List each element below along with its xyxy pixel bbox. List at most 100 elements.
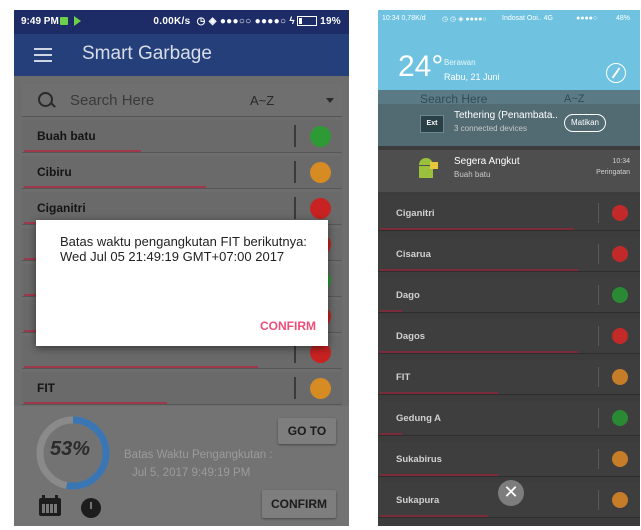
location-name: FIT (396, 372, 411, 383)
dialog-message: Batas waktu pengangkutan FIT berikutnya:… (60, 234, 307, 264)
status-icons: ◷ ◷ ◈ ●●●●○ (442, 16, 487, 23)
list-item[interactable]: Cisarua (378, 237, 640, 272)
location-name: Buah batu (37, 129, 96, 143)
dialog-confirm-button[interactable]: CONFIRM (260, 319, 316, 333)
notification-subtitle: Buah batu (454, 170, 491, 179)
status-indicator (310, 198, 331, 219)
fill-bar (380, 269, 578, 271)
matikan-button[interactable]: Matikan (564, 114, 606, 132)
list-item[interactable]: Dagos (378, 319, 640, 354)
list-item[interactable]: Dago (378, 278, 640, 313)
location-name: Cisarua (396, 249, 431, 260)
battery-percent: 19% (320, 16, 341, 27)
deadline-label: Batas Waktu Pengangkutan : (124, 449, 273, 461)
divider (598, 326, 599, 346)
weather-condition: Berawan (444, 58, 476, 67)
divider (598, 449, 599, 469)
goto-button[interactable]: GO TO (278, 418, 336, 444)
divider (598, 203, 599, 223)
status-time: 9:49 PM (21, 16, 59, 27)
location-name: Gedung A (396, 413, 442, 424)
fill-bar (24, 366, 258, 368)
status-indicator (612, 369, 628, 385)
status-indicator (310, 162, 331, 183)
divider (294, 377, 296, 399)
fill-bar (380, 228, 574, 230)
divider (294, 161, 296, 183)
capacity-percent: 53% (50, 438, 91, 460)
list-item[interactable]: FIT (378, 360, 640, 395)
weather-date: Rabu, 21 Juni (444, 72, 500, 82)
android-icon (416, 158, 438, 180)
status-indicator (310, 378, 331, 399)
location-name: Sukapura (396, 495, 440, 506)
menu-icon[interactable] (34, 48, 52, 62)
play-icon (74, 16, 81, 26)
notification-subtitle: 3 connected devices (454, 124, 527, 133)
location-name: FIT (37, 381, 55, 395)
notification-tag: Peringatan (596, 169, 630, 176)
close-icon[interactable]: ✕ (498, 480, 524, 506)
calendar-icon[interactable] (39, 495, 61, 516)
status-bar: 10:34 0,78K/d ◷ ◷ ◈ ●●●●○ Indosat Ooi.. … (378, 10, 640, 28)
status-bar: 9:49 PM 0.00K/s ◷ ◈ ●●●○○ ●●●●○ ϟ 19% (14, 10, 349, 34)
status-left: 10:34 0,78K/d (382, 15, 426, 22)
divider (294, 125, 296, 147)
list-item[interactable]: FIT (22, 372, 342, 405)
search-placeholder: Search Here (70, 92, 155, 109)
fill-bar (380, 433, 402, 435)
fill-bar (380, 310, 402, 312)
deadline-date: Jul 5, 2017 9:49:19 PM (132, 467, 251, 479)
divider (598, 367, 599, 387)
battery-percent: 48% (616, 15, 631, 22)
location-name: Ciganitri (37, 201, 86, 215)
notification-icon (60, 17, 68, 25)
temperature: 24° (398, 50, 444, 83)
status-right: 0.00K/s ◷ ◈ ●●●○○ ●●●●○ ϟ 19% (153, 16, 341, 27)
notification-segera-angkut[interactable]: Segera Angkut Buah batu 10:34 Peringatan (378, 150, 640, 192)
location-name: Dago (396, 290, 420, 301)
status-indicator (612, 328, 628, 344)
signal-icon: ●●●●○ (576, 15, 598, 22)
fill-bar (24, 150, 141, 152)
divider (598, 408, 599, 428)
location-name: Sukabirus (396, 454, 442, 465)
confirm-button[interactable]: CONFIRM (262, 490, 336, 518)
status-indicator (612, 410, 628, 426)
fill-bar (380, 351, 578, 353)
list-item[interactable]: Gedung A (378, 401, 640, 436)
location-name: Cibiru (37, 165, 72, 179)
carrier: Indosat Ooi.. 4G (502, 15, 553, 22)
list-item[interactable]: Sukabirus (378, 442, 640, 477)
fill-bar (380, 392, 498, 394)
status-indicator (612, 287, 628, 303)
chevron-down-icon[interactable] (326, 98, 334, 103)
list-item[interactable]: Cibiru (22, 156, 342, 189)
notification-title: Segera Angkut (454, 156, 520, 167)
status-indicator (612, 205, 628, 221)
notification-time: 10:34 (612, 158, 630, 165)
clock-icon[interactable] (81, 498, 101, 518)
status-indicator (310, 126, 331, 147)
list-item[interactable]: Buah batu (22, 120, 342, 153)
app-title: Smart Garbage (82, 43, 212, 64)
search-bar[interactable]: Search Here A~Z (22, 84, 342, 117)
location-name: Dagos (396, 331, 426, 342)
left-phone-screen: 9:49 PM 0.00K/s ◷ ◈ ●●●○○ ●●●●○ ϟ 19% Sm… (14, 10, 349, 526)
status-indicator (612, 492, 628, 508)
status-indicator (612, 451, 628, 467)
list-item[interactable]: Ciganitri (378, 196, 640, 231)
bottom-panel: 53% GO TO Batas Waktu Pengangkutan : Jul… (14, 406, 349, 526)
fill-bar (380, 515, 488, 517)
notification-tethering[interactable]: Ext Tethering (Penambata.. 3 connected d… (378, 104, 640, 146)
divider (598, 244, 599, 264)
divider (598, 490, 599, 510)
sort-select[interactable]: A~Z (250, 93, 274, 108)
search-icon (38, 92, 53, 107)
alert-dialog: Batas waktu pengangkutan FIT berikutnya:… (36, 220, 328, 346)
notification-title: Tethering (Penambata.. (454, 110, 558, 121)
page-indicator (507, 516, 515, 518)
divider (598, 285, 599, 305)
fill-bar (24, 402, 167, 404)
settings-icon[interactable] (606, 63, 626, 83)
